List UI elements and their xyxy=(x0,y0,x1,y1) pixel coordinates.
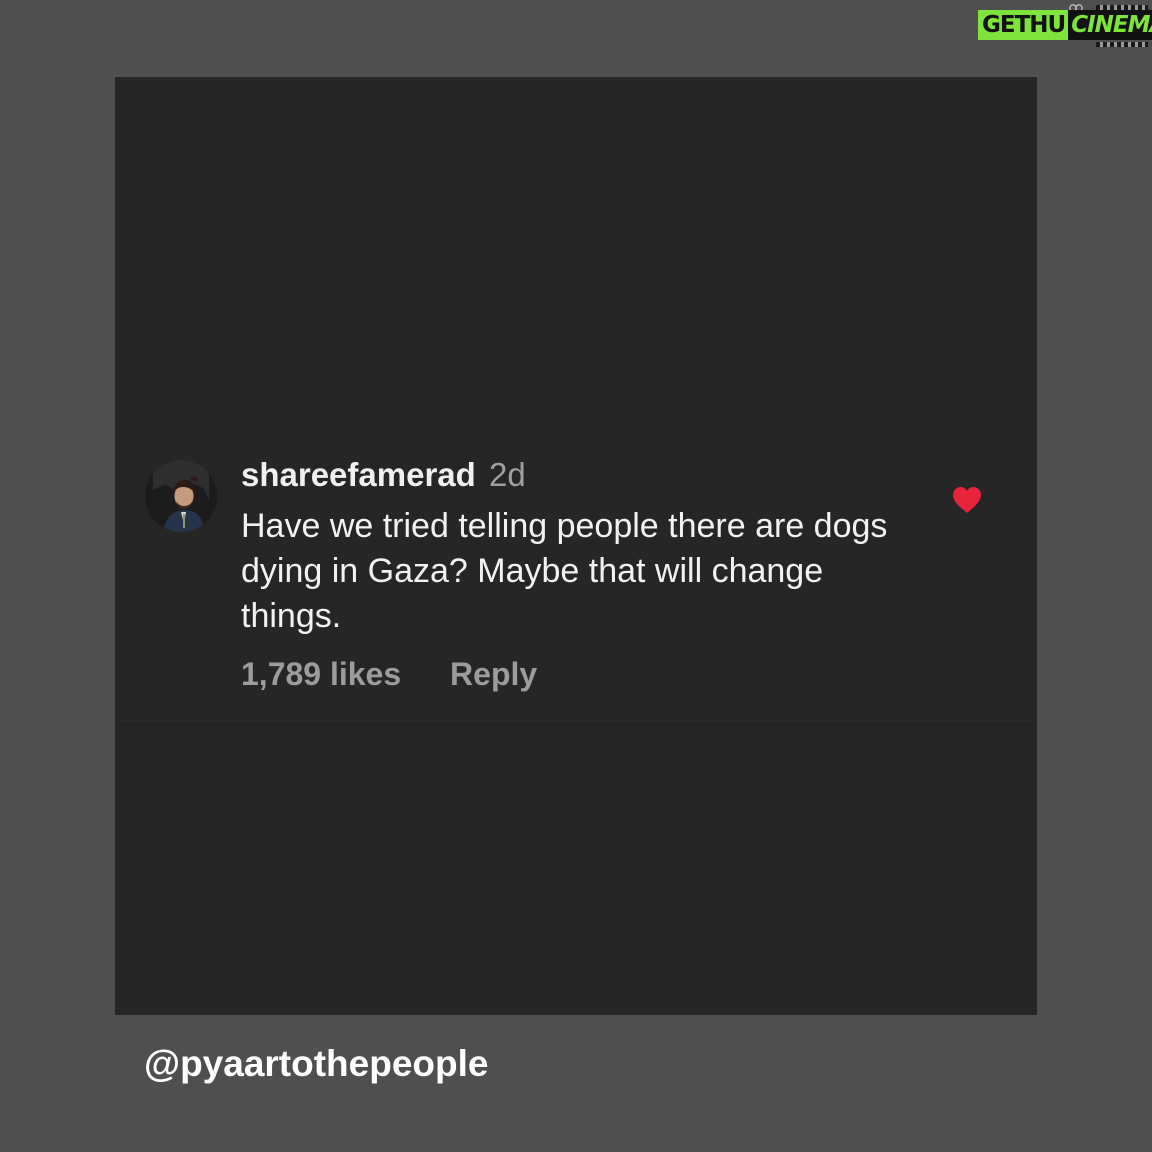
comment-content: shareefamerad 2d Have we tried telling p… xyxy=(241,455,921,694)
watermark-part1: GETHU xyxy=(978,10,1069,40)
comment-actions: 1,789 likes Reply xyxy=(241,654,921,694)
comment-card: shareefamerad 2d Have we tried telling p… xyxy=(115,77,1037,1015)
account-handle: @pyaartothepeople xyxy=(144,1043,489,1084)
likes-count[interactable]: 1,789 likes xyxy=(241,654,401,694)
username[interactable]: shareefamerad xyxy=(241,456,476,493)
user-avatar-icon xyxy=(145,460,217,532)
watermark-text: GETHU CINEMA xyxy=(978,10,1152,40)
comment-header: shareefamerad 2d xyxy=(241,455,921,495)
watermark-part2: CINEMA xyxy=(1068,10,1152,40)
comment-text: Have we tried telling people there are d… xyxy=(241,507,888,635)
heart-icon[interactable] xyxy=(951,485,983,515)
avatar[interactable] xyxy=(145,460,217,532)
reply-button[interactable]: Reply xyxy=(450,654,537,694)
watermark-logo: GETHU CINEMA xyxy=(978,4,1152,48)
timestamp: 2d xyxy=(488,456,526,493)
divider xyxy=(115,720,1037,721)
film-strip-bottom xyxy=(1096,42,1148,47)
